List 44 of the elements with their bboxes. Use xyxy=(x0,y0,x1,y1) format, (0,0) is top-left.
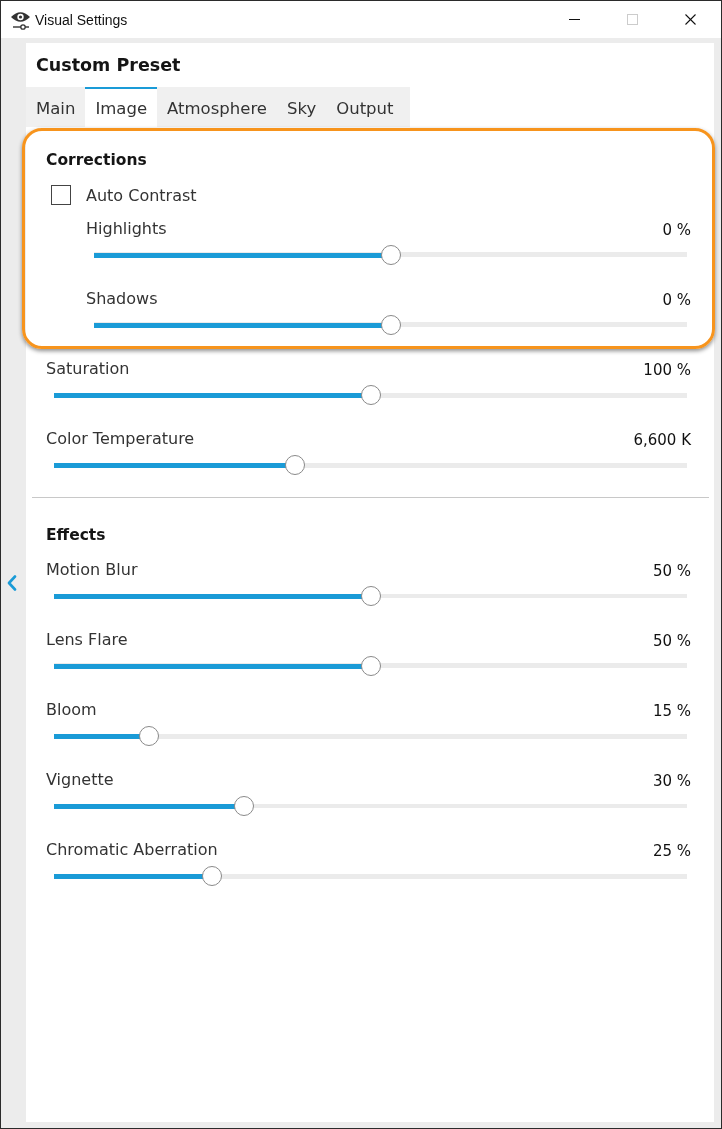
slider-value: 25 % xyxy=(652,842,691,860)
checkbox[interactable] xyxy=(51,185,71,205)
slider-label: Chromatic Aberration xyxy=(46,839,218,859)
tab[interactable]: Image xyxy=(85,87,158,127)
slider-thumb[interactable] xyxy=(138,726,159,746)
slider-label: Lens Flare xyxy=(46,629,128,649)
preset-title: Custom Preset xyxy=(36,55,181,75)
slider-label: Bloom xyxy=(46,699,97,719)
slider-thumb[interactable] xyxy=(233,796,254,816)
section-heading: Effects xyxy=(46,525,107,546)
slider-thumb[interactable] xyxy=(360,656,381,676)
slider-thumb[interactable] xyxy=(380,315,401,335)
slider-value: 15 % xyxy=(652,702,691,720)
tab[interactable]: Output xyxy=(326,87,404,127)
checkbox-label[interactable]: Auto Contrast xyxy=(86,185,197,205)
slider-label: Motion Blur xyxy=(46,559,138,579)
minimize-icon xyxy=(568,19,580,20)
slider-value: 30 % xyxy=(652,772,691,790)
slider-thumb[interactable] xyxy=(284,455,305,475)
slider-thumb[interactable] xyxy=(202,866,223,886)
slider-label: Color Temperature xyxy=(46,428,195,448)
collapse-button[interactable] xyxy=(7,575,17,591)
slider-label: Vignette xyxy=(46,769,114,789)
slider-label: Saturation xyxy=(46,358,130,378)
slider-value: 50 % xyxy=(652,562,691,580)
slider-value: 0 % xyxy=(662,221,691,239)
close-icon xyxy=(684,14,696,25)
tab[interactable]: Atmosphere xyxy=(157,87,277,127)
slider-value: 50 % xyxy=(652,632,691,650)
slider-value: 100 % xyxy=(643,361,691,379)
section-heading: Corrections xyxy=(46,150,148,171)
slider-thumb[interactable] xyxy=(360,385,381,405)
slider-label: Shadows xyxy=(86,288,158,308)
maximize-icon xyxy=(626,14,638,25)
tab[interactable]: Sky xyxy=(276,87,327,127)
slider-value: 0 % xyxy=(662,291,691,309)
chevron-left-icon xyxy=(7,575,17,591)
slider-thumb[interactable] xyxy=(380,245,401,265)
window-title: Visual Settings xyxy=(35,11,128,28)
tab[interactable]: Main xyxy=(26,87,86,127)
slider-value: 6,600 K xyxy=(633,431,691,449)
slider-label: Highlights xyxy=(86,218,167,238)
slider-thumb[interactable] xyxy=(360,586,381,606)
eye-icon xyxy=(10,9,31,30)
